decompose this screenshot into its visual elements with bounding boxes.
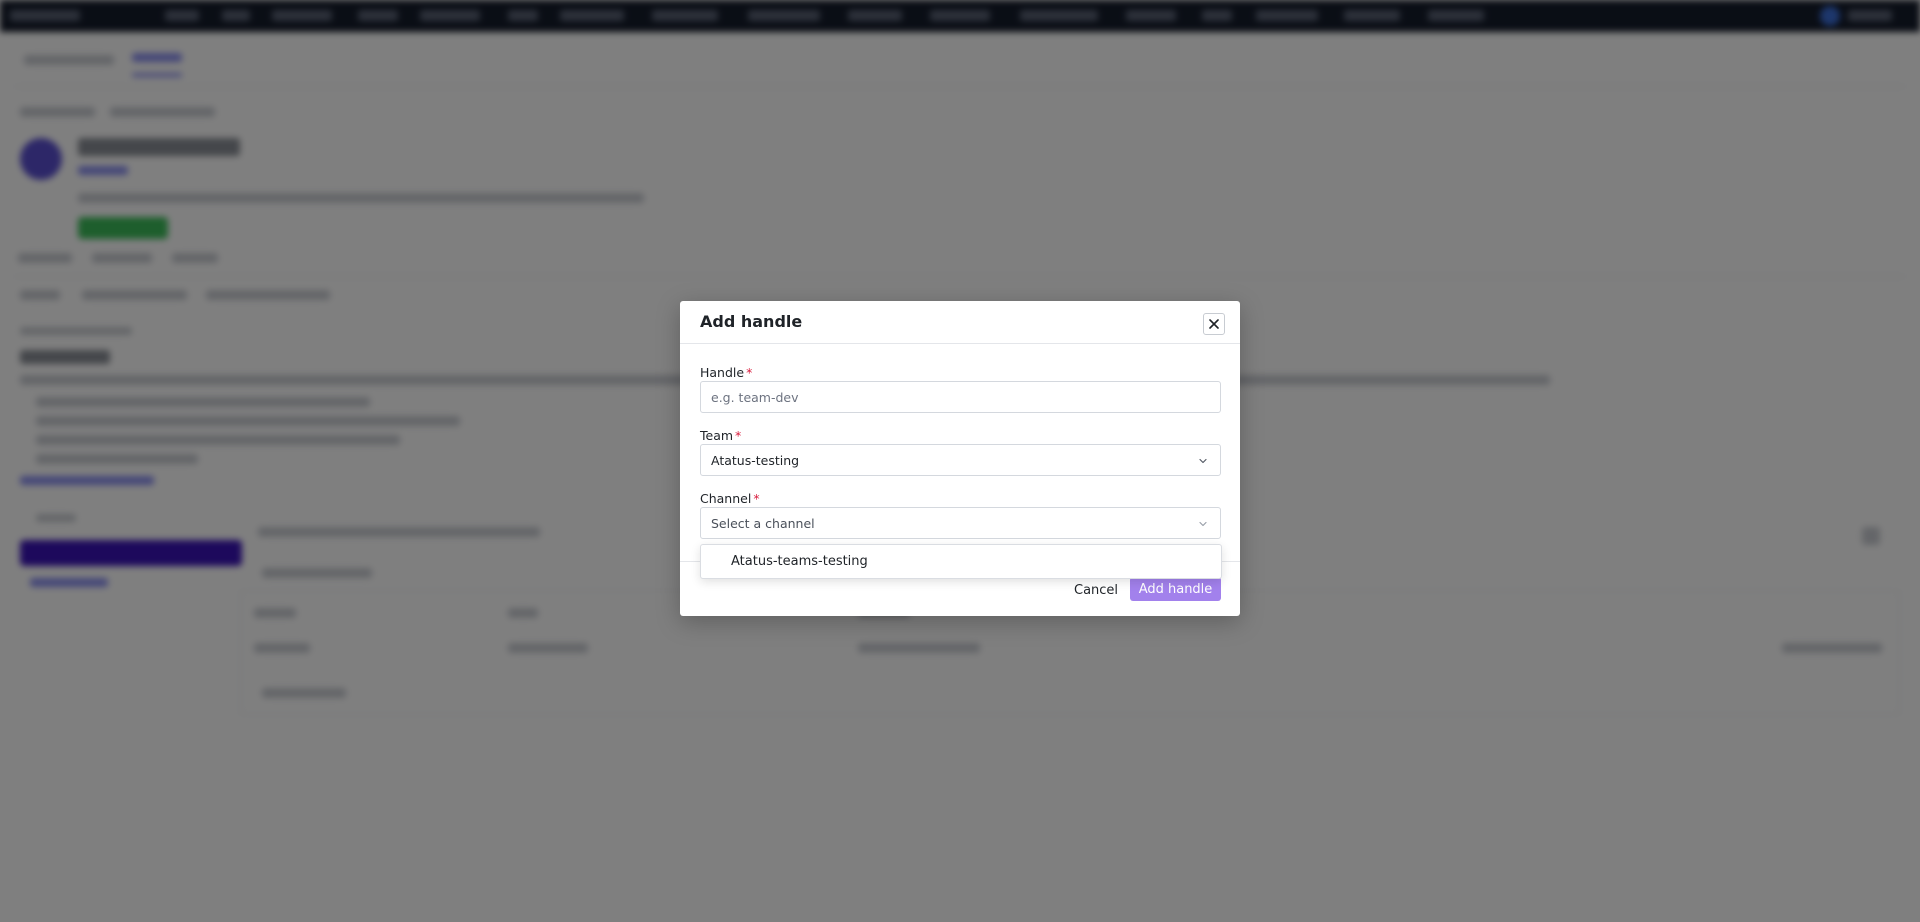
required-mark: * xyxy=(753,491,760,506)
cancel-button[interactable]: Cancel xyxy=(1068,579,1124,601)
dialog-title: Add handle xyxy=(700,312,803,331)
team-select[interactable]: Atatus-testing xyxy=(700,444,1221,476)
required-mark: * xyxy=(746,365,753,380)
channel-placeholder: Select a channel xyxy=(711,516,815,531)
channel-select[interactable]: Select a channel xyxy=(700,507,1221,539)
team-label: Team * xyxy=(700,428,741,443)
close-icon xyxy=(1209,319,1219,329)
required-mark: * xyxy=(735,428,742,443)
channel-option[interactable]: Atatus-teams-testing xyxy=(701,545,1221,578)
channel-dropdown-menu: Atatus-teams-testing xyxy=(700,544,1222,579)
handle-label-text: Handle xyxy=(700,365,745,380)
chevron-down-icon xyxy=(1199,521,1207,527)
handle-input[interactable] xyxy=(700,381,1221,413)
handle-label: Handle * xyxy=(700,365,752,380)
channel-label: Channel * xyxy=(700,491,760,506)
team-selected-value: Atatus-testing xyxy=(711,453,800,468)
close-button[interactable] xyxy=(1203,313,1225,335)
add-handle-button[interactable]: Add handle xyxy=(1130,577,1221,601)
channel-option-label: Atatus-teams-testing xyxy=(731,554,868,569)
channel-label-text: Channel xyxy=(700,491,752,506)
team-label-text: Team xyxy=(700,428,734,443)
dialog-header: Add handle xyxy=(680,301,1240,344)
chevron-down-icon xyxy=(1199,458,1207,464)
